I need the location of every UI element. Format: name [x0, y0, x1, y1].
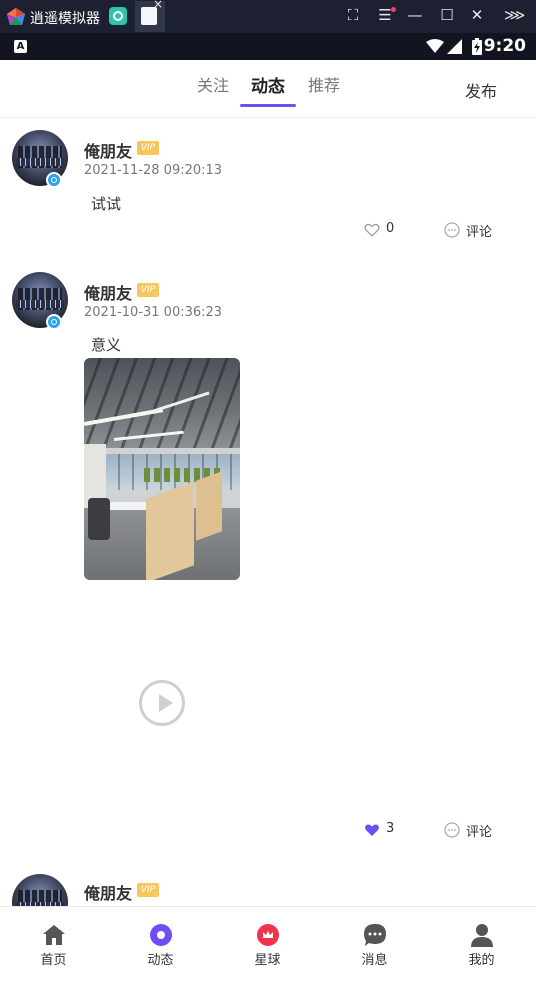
like-count: 3	[386, 821, 395, 836]
nav-label: 我的	[468, 953, 495, 968]
nav-label: 消息	[361, 953, 388, 968]
close-icon[interactable]: ✕	[467, 6, 487, 24]
screenshot-icon[interactable]: ⛶	[343, 6, 363, 24]
heart-outline-icon[interactable]	[364, 222, 380, 238]
home-icon	[43, 925, 65, 945]
username[interactable]: 俺朋友	[84, 280, 132, 304]
app-header: 关注 动态 推荐 发布	[0, 60, 536, 118]
app-tab-icon[interactable]	[109, 7, 127, 25]
profile-icon	[471, 924, 493, 947]
nav-item-planet[interactable]: 星球	[214, 907, 321, 981]
nav-item-home[interactable]: 首页	[0, 907, 107, 981]
app-window: 逍遥模拟器 × ⛶ ☰ — ☐ ✕ ⋙ A 9:20 关注 动态 推荐 发布 俺…	[0, 0, 536, 981]
comment-icon[interactable]	[444, 822, 460, 838]
nav-label: 首页	[40, 953, 67, 968]
feed-post: 俺朋友 VIP 2021-11-28 09:20:13 试试 0 评论	[0, 118, 536, 258]
more-icon[interactable]: ⋙	[504, 6, 525, 24]
keyboard-indicator-icon: A	[14, 40, 27, 53]
post-timestamp: 2021-10-31 00:36:23	[84, 305, 223, 320]
nav-item-messages[interactable]: 消息	[321, 907, 428, 981]
battery-charging-icon	[472, 38, 482, 55]
close-tab-icon[interactable]: ×	[153, 0, 163, 11]
male-gender-icon	[46, 314, 62, 330]
tab-moments[interactable]: 动态	[251, 72, 285, 97]
nav-label: 动态	[147, 953, 174, 968]
publish-button[interactable]: 发布	[465, 78, 497, 102]
feed-post: 俺朋友 VIP	[0, 858, 536, 906]
vip-badge: VIP	[137, 883, 159, 897]
message-icon	[364, 924, 386, 946]
vip-badge: VIP	[137, 283, 159, 297]
planet-icon	[257, 924, 279, 946]
maximize-icon[interactable]: ☐	[437, 6, 457, 24]
nav-item-profile[interactable]: 我的	[428, 907, 535, 981]
tab-recommended[interactable]: 推荐	[308, 72, 340, 96]
username[interactable]: 俺朋友	[84, 138, 132, 162]
emulator-logo-icon	[7, 8, 25, 25]
post-content: 试试	[91, 195, 122, 213]
nav-item-moments[interactable]: 动态	[107, 907, 214, 981]
minimize-icon[interactable]: —	[405, 6, 425, 24]
tab-following[interactable]: 关注	[197, 72, 229, 96]
comment-icon[interactable]	[444, 222, 460, 238]
post-timestamp: 2021-11-28 09:20:13	[84, 163, 223, 178]
status-bar: A 9:20	[0, 33, 536, 60]
feed-post: 俺朋友 VIP 2021-10-31 00:36:23 意义 3 评论	[0, 258, 536, 858]
clock: 9:20	[483, 36, 526, 56]
comment-button[interactable]: 评论	[466, 221, 492, 240]
avatar[interactable]	[12, 874, 68, 906]
signal-icon	[447, 39, 462, 54]
post-image[interactable]	[84, 358, 240, 580]
active-tab-indicator	[240, 104, 296, 107]
moments-icon	[150, 924, 172, 946]
comment-button[interactable]: 评论	[466, 821, 492, 840]
bottom-nav: 首页 动态 星球 消息 我的	[0, 906, 536, 981]
wifi-icon	[426, 39, 444, 53]
notification-dot	[391, 7, 396, 12]
like-count: 0	[386, 221, 395, 236]
male-gender-icon	[46, 172, 62, 188]
emulator-title: 逍遥模拟器	[30, 11, 100, 27]
heart-filled-icon[interactable]	[364, 822, 380, 838]
active-app-tab[interactable]: ×	[135, 0, 165, 32]
vip-badge: VIP	[137, 141, 159, 155]
play-video-button[interactable]	[139, 680, 185, 726]
username[interactable]: 俺朋友	[84, 880, 132, 904]
feed-list[interactable]: 俺朋友 VIP 2021-11-28 09:20:13 试试 0 评论 俺朋友 …	[0, 118, 536, 906]
post-content: 意义	[91, 336, 122, 354]
nav-label: 星球	[254, 953, 281, 968]
emulator-title-bar: 逍遥模拟器 × ⛶ ☰ — ☐ ✕ ⋙	[0, 0, 536, 33]
